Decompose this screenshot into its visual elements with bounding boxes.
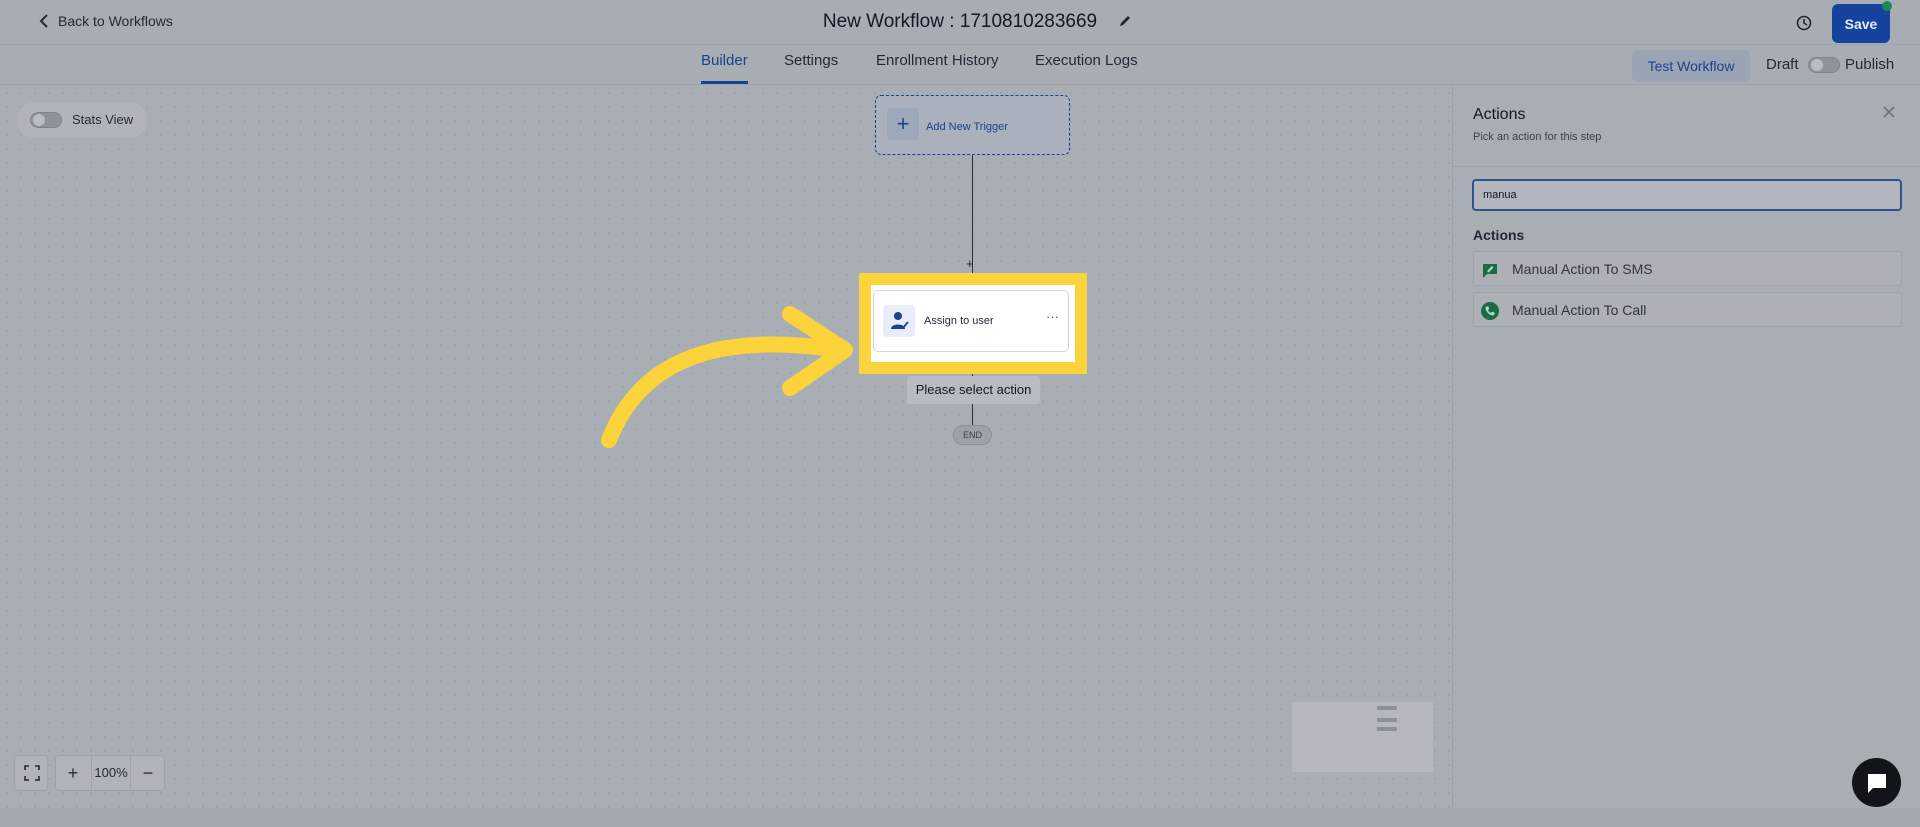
pencil-icon[interactable]: [1118, 14, 1132, 28]
unsaved-indicator: [1882, 1, 1892, 11]
tab-bar: Builder Settings Enrollment History Exec…: [0, 45, 1920, 85]
highlight-box: Assign to user ···: [859, 273, 1087, 374]
end-node: END: [953, 425, 992, 445]
chat-support-button[interactable]: [1852, 758, 1901, 807]
phone-icon: [1481, 302, 1499, 320]
minimap[interactable]: [1292, 702, 1433, 772]
annotation-arrow: [601, 306, 853, 448]
zoom-in-button[interactable]: +: [56, 756, 90, 790]
publish-label: Publish: [1845, 56, 1895, 73]
sms-icon: [1483, 264, 1497, 278]
chat-bubble-icon: [1868, 774, 1886, 793]
toggle-knob: [33, 114, 45, 126]
workflow-title: New Workflow : 1710810283669: [822, 11, 1098, 32]
action-option-label: Manual Action To SMS: [1512, 261, 1653, 277]
tab-execution-logs[interactable]: Execution Logs: [1035, 52, 1138, 69]
publish-toggle[interactable]: [1808, 57, 1840, 73]
workflow-canvas[interactable]: Stats View + Add New Trigger + Assign to…: [0, 86, 1452, 808]
tab-settings[interactable]: Settings: [784, 52, 838, 69]
actions-panel: Actions Pick an action for this step Act…: [1452, 86, 1920, 808]
test-workflow-button[interactable]: Test Workflow: [1632, 50, 1750, 82]
bottom-strip: [0, 808, 1920, 827]
active-tab-indicator: [701, 81, 748, 84]
plus-icon: +: [887, 108, 919, 140]
zoom-controls: + 100% −: [55, 755, 165, 791]
top-bar: Back to Workflows New Workflow : 1710810…: [0, 0, 1920, 45]
add-trigger-node[interactable]: + Add New Trigger: [875, 95, 1070, 155]
save-button[interactable]: Save: [1832, 4, 1890, 43]
actions-section-heading: Actions: [1473, 227, 1525, 243]
more-options-icon[interactable]: ···: [1046, 309, 1059, 324]
tab-enrollment-history[interactable]: Enrollment History: [876, 52, 999, 69]
tab-builder[interactable]: Builder: [701, 52, 748, 69]
minimap-node: [1377, 727, 1397, 731]
stats-view-toggle[interactable]: [30, 112, 62, 128]
history-icon[interactable]: [1795, 14, 1813, 32]
connector-line: [972, 404, 973, 425]
trigger-label: Add New Trigger: [926, 121, 1008, 133]
expand-icon: [24, 765, 40, 781]
stats-view-control: Stats View: [17, 102, 147, 138]
zoom-level: 100%: [91, 756, 131, 790]
chevron-left-icon: [39, 14, 48, 28]
minimap-node: [1377, 706, 1397, 710]
action-option-manual-call[interactable]: Manual Action To Call: [1473, 292, 1902, 327]
toggle-knob: [1811, 59, 1823, 71]
close-icon[interactable]: [1881, 104, 1897, 120]
action-option-manual-sms[interactable]: Manual Action To SMS: [1473, 251, 1902, 286]
zoom-out-button[interactable]: −: [131, 756, 165, 790]
panel-title: Actions: [1473, 106, 1526, 123]
divider: [1453, 166, 1920, 167]
action-node-label: Assign to user: [924, 315, 994, 327]
back-label: Back to Workflows: [58, 13, 173, 29]
add-step-button[interactable]: +: [966, 256, 974, 271]
action-option-label: Manual Action To Call: [1512, 302, 1647, 318]
panel-subtitle: Pick an action for this step: [1473, 131, 1602, 143]
select-action-tooltip: Please select action: [907, 376, 1040, 404]
action-search-input[interactable]: [1472, 179, 1902, 211]
minimap-node: [1377, 718, 1397, 722]
stats-view-label: Stats View: [72, 112, 134, 127]
assign-to-user-node[interactable]: Assign to user ···: [873, 290, 1069, 352]
back-to-workflows-link[interactable]: Back to Workflows: [38, 13, 173, 29]
assign-user-icon: [883, 305, 915, 337]
draft-label: Draft: [1766, 56, 1799, 73]
fit-view-button[interactable]: [14, 755, 48, 791]
